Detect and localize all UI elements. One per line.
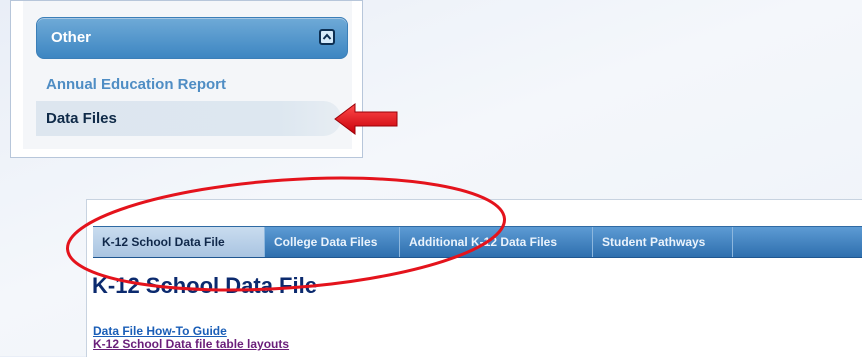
section-title: Other bbox=[51, 29, 92, 46]
red-arrow-annotation bbox=[334, 103, 398, 135]
sidebar-item-annual-education-report[interactable]: Annual Education Report bbox=[46, 76, 226, 93]
tab-college-data-files[interactable]: College Data Files bbox=[265, 227, 400, 257]
tab-student-pathways[interactable]: Student Pathways bbox=[593, 227, 733, 257]
section-header-other[interactable]: Other bbox=[36, 17, 348, 59]
page-title: K-12 School Data File bbox=[92, 273, 317, 298]
tab-bar: K-12 School Data File College Data Files… bbox=[93, 226, 862, 258]
content-panel: K-12 School Data File College Data Files… bbox=[86, 199, 862, 357]
tab-k12-school-data-file[interactable]: K-12 School Data File bbox=[93, 227, 265, 257]
link-data-file-how-to-guide[interactable]: Data File How-To Guide bbox=[93, 324, 227, 338]
chevron-up-icon[interactable] bbox=[319, 29, 335, 45]
sidebar-item-label: Data Files bbox=[46, 110, 117, 127]
link-table-layouts[interactable]: K-12 School Data file table layouts bbox=[93, 337, 289, 351]
tab-additional-k12-data-files[interactable]: Additional K-12 Data Files bbox=[400, 227, 593, 257]
sidebar-item-data-files[interactable]: Data Files bbox=[36, 101, 341, 136]
